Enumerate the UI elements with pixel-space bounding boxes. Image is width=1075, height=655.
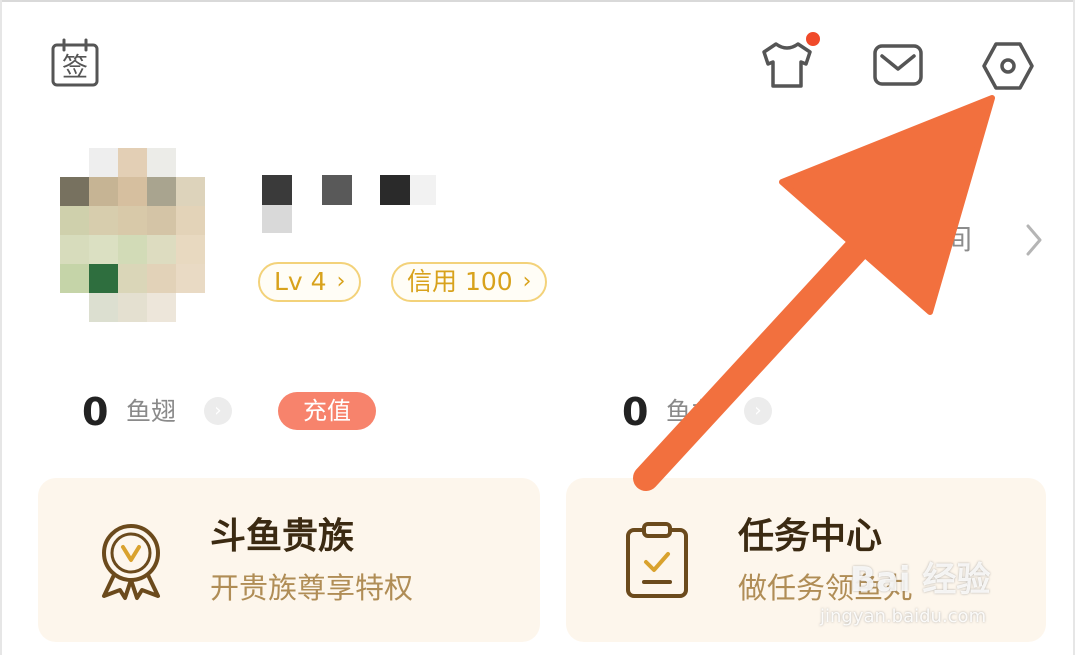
fish-wing-label[interactable]: 鱼翅	[126, 388, 176, 436]
sign-glyph: 签	[62, 53, 88, 83]
level-badge[interactable]: Lv 4 ›	[258, 262, 362, 302]
chevron-right-icon: ›	[522, 269, 532, 294]
fish-wing-count: 0	[82, 390, 109, 434]
level-label: Lv 4	[274, 267, 327, 296]
noble-card[interactable]: 斗鱼贵族 开贵族尊享特权	[38, 478, 540, 642]
window-left-border	[0, 0, 2, 655]
noble-card-subtitle: 开贵族尊享特权	[210, 571, 414, 605]
noble-card-title: 斗鱼贵族	[210, 516, 355, 557]
fish-ball-count: 0	[622, 390, 649, 434]
mail-icon	[873, 44, 923, 86]
watermark-url: jingyan.baidu.com	[820, 606, 987, 627]
watermark-logo-text: Bai 经验	[850, 560, 991, 600]
task-clipboard-icon	[626, 522, 688, 598]
chevron-right-icon[interactable]	[1022, 222, 1046, 262]
window-top-border	[0, 0, 1075, 2]
recharge-button[interactable]: 充值	[278, 392, 376, 430]
settings-button[interactable]	[980, 38, 1036, 94]
calendar-sign-icon: 签	[51, 38, 99, 87]
chevron-right-icon: ›	[336, 269, 346, 294]
noble-medal-icon	[102, 524, 160, 600]
credit-badge[interactable]: 信用 100 ›	[391, 262, 548, 302]
username-masked	[262, 175, 472, 235]
fish-wing-chevron-icon[interactable]: ›	[204, 397, 232, 425]
settings-hex-icon	[982, 42, 1034, 90]
sign-in-button[interactable]: 签	[50, 38, 100, 88]
task-card-title: 任务中心	[738, 516, 883, 557]
fish-ball-chevron-icon[interactable]: ›	[744, 397, 772, 425]
outfit-notification-dot	[804, 30, 822, 48]
messages-button[interactable]	[872, 42, 924, 88]
fish-ball-label[interactable]: 鱼丸	[666, 388, 716, 436]
avatar[interactable]	[60, 148, 210, 323]
outfit-button[interactable]	[758, 40, 816, 90]
my-space-link[interactable]: 我的空间	[860, 218, 972, 262]
tshirt-icon	[762, 42, 812, 88]
credit-label: 信用 100	[407, 267, 513, 296]
